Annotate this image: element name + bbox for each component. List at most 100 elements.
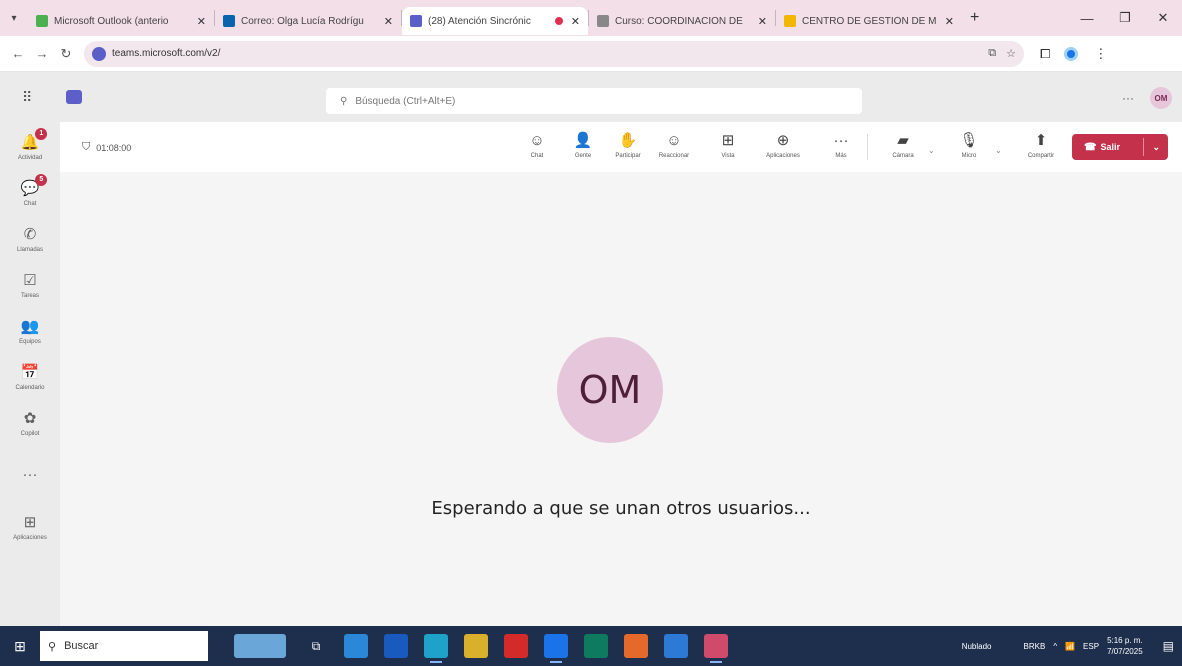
maximize-icon[interactable]: ❐: [1106, 10, 1144, 26]
tab-favicon-icon: [410, 15, 422, 27]
rail-item-tareas[interactable]: ☑ Tareas: [0, 272, 60, 299]
toolbar-button-label: Cámara: [892, 153, 914, 159]
raise-hand-icon: ✋: [618, 132, 638, 149]
toolbar-share-button[interactable]: ⬆ Compartir: [1018, 131, 1064, 159]
profile-avatar[interactable]: [1064, 46, 1079, 61]
file-explorer-icon[interactable]: [344, 634, 368, 658]
system-tray: Nublado BRKB ^ 📶 ESP 5:16 p. m. 7/07/202…: [962, 626, 1182, 666]
rail-item-chat[interactable]: 💬 5 Chat: [0, 174, 60, 207]
toolbar-apps-button[interactable]: ⊕ Aplicaciones: [760, 131, 806, 159]
reload-icon[interactable]: ↻: [54, 46, 78, 62]
toolbar-raise-hand-button[interactable]: ✋ Participar: [605, 131, 651, 159]
site-info-icon[interactable]: [92, 46, 106, 61]
forward-icon[interactable]: →: [30, 46, 54, 61]
leave-button[interactable]: ☎ Salir ⌄: [1072, 134, 1168, 160]
rail-item-actividad[interactable]: 🔔 1 Actividad: [0, 128, 60, 161]
browser-tab[interactable]: Correo: Olga Lucía Rodrígu ✕: [215, 7, 401, 35]
windows-start-icon[interactable]: ⊞: [0, 638, 40, 655]
bell-icon: 🔔 1: [21, 128, 48, 152]
windows-taskbar: ⊞ ⚲ Buscar ⧉ Nublado BRKB ^ 📶 ESP 5:16 p…: [0, 626, 1182, 666]
acrobat-icon[interactable]: [504, 634, 528, 658]
chat-icon: ☺: [529, 132, 545, 149]
stock-ticker[interactable]: BRKB: [1024, 642, 1046, 651]
notifications-icon[interactable]: ▤: [1163, 639, 1174, 653]
tab-search-icon[interactable]: ▾: [0, 0, 28, 36]
tab-title: Curso: COORDINACION DE: [615, 15, 743, 27]
rail-item-label: Aplicaciones: [13, 535, 47, 541]
back-icon[interactable]: ←: [6, 46, 30, 61]
mail-icon[interactable]: [664, 634, 688, 658]
rail-item-label: Calendario: [15, 385, 45, 391]
browser-menu-icon[interactable]: ⋮: [1094, 46, 1107, 62]
browser-tab[interactable]: Curso: COORDINACION DE ✕: [589, 7, 775, 35]
rail-item-copilot[interactable]: ✿ Copilot: [0, 410, 60, 437]
close-tab-icon[interactable]: ✕: [384, 15, 393, 28]
toolbar-view-button[interactable]: ⊞ Vista: [705, 131, 751, 159]
minimize-icon[interactable]: —: [1068, 11, 1106, 26]
tab-favicon-icon: [223, 15, 235, 27]
copilot-banner-icon[interactable]: [234, 634, 286, 658]
word-icon[interactable]: [384, 634, 408, 658]
tab-title: CENTRO DE GESTIÓN DE M: [802, 15, 937, 27]
file-manager-icon[interactable]: [464, 634, 488, 658]
close-tab-icon[interactable]: ✕: [197, 15, 206, 28]
teams-search-placeholder: Búsqueda (Ctrl+Alt+E): [355, 95, 456, 107]
browser-tab[interactable]: (28) Atención Sincrónic ✕: [402, 7, 588, 35]
tab-title: (28) Atención Sincrónic: [428, 15, 531, 27]
more-options-icon[interactable]: ···: [1122, 91, 1134, 105]
extensions-icon[interactable]: ⧠: [1040, 46, 1050, 62]
unread-badge: 1: [35, 128, 48, 140]
browser-tab[interactable]: Microsoft Outlook (anterio ✕: [28, 7, 214, 35]
toolbar-more-button[interactable]: ··· Más: [818, 131, 864, 159]
edge-icon[interactable]: [424, 634, 448, 663]
toolbar-chat-button[interactable]: ☺ Chat: [514, 131, 560, 159]
close-tab-icon[interactable]: ✕: [571, 15, 580, 28]
firefox-icon[interactable]: [624, 634, 648, 658]
task-view-icon[interactable]: ⧉: [304, 634, 328, 658]
url-input[interactable]: teams.microsoft.com/v2/ ⧉ ☆: [84, 40, 1024, 67]
user-avatar[interactable]: OM: [1150, 87, 1172, 109]
toolbar-people-button[interactable]: 👤 Gente: [560, 131, 606, 159]
toolbar-mic-off-button[interactable]: 🎙 Micro: [946, 131, 992, 159]
network-icon[interactable]: 📶: [1065, 642, 1075, 651]
app-launcher-icon[interactable]: ⠿: [22, 89, 32, 106]
leave-label: Salir: [1100, 142, 1120, 152]
toolbar-button-label: Compartir: [1027, 153, 1055, 159]
cast-icon[interactable]: ⧉: [988, 47, 996, 60]
leave-options-chevron-icon[interactable]: ⌄: [1152, 142, 1160, 153]
camera-off-icon: ▰: [897, 132, 909, 149]
bookmark-star-icon[interactable]: ☆: [1006, 47, 1016, 60]
browser-tab[interactable]: CENTRO DE GESTIÓN DE M ✕: [776, 7, 962, 35]
rail-item-label: Llamadas: [16, 247, 43, 253]
teams-logo: [66, 90, 82, 104]
weather-text[interactable]: Nublado: [962, 642, 992, 651]
teams-taskbar-icon[interactable]: [704, 634, 728, 663]
teams-icon: 👥: [20, 318, 40, 335]
rail-item-calendario[interactable]: 📅 Calendario: [0, 364, 60, 391]
camera-options-chevron-icon[interactable]: ⌄: [928, 146, 935, 155]
rail-item-label: Actividad: [17, 155, 43, 161]
mic-options-chevron-icon[interactable]: ⌄: [995, 146, 1002, 155]
close-tab-icon[interactable]: ✕: [758, 15, 767, 28]
rail-item-equipos[interactable]: 👥 Equipos: [0, 318, 60, 345]
rail-item-aplicaciones[interactable]: ⊞ Aplicaciones: [0, 514, 60, 541]
chrome-icon[interactable]: [544, 634, 568, 663]
teams-search-input[interactable]: ⚲ Búsqueda (Ctrl+Alt+E): [326, 88, 862, 114]
toolbar-camera-off-button[interactable]: ▰ Cámara: [880, 131, 926, 159]
unread-badge: 5: [35, 174, 48, 186]
tray-chevron-icon[interactable]: ^: [1053, 642, 1057, 651]
whatsapp-icon[interactable]: [584, 634, 608, 658]
teams-left-rail: 🔔 1 Actividad 💬 5 Chat ✆ Llamadas ☑ Tareas 👥 Equipo…: [0, 122, 60, 626]
language-indicator[interactable]: ESP: [1083, 642, 1099, 651]
toolbar-react-button[interactable]: ☺ Reaccionar: [651, 131, 697, 159]
rail-item-llamadas[interactable]: ✆ Llamadas: [0, 226, 60, 253]
new-tab-button[interactable]: +: [970, 9, 979, 27]
close-tab-icon[interactable]: ✕: [945, 15, 954, 28]
close-window-icon[interactable]: ✕: [1144, 10, 1182, 26]
toolbar-button-label: Más: [835, 153, 847, 159]
taskbar-search-input[interactable]: ⚲ Buscar: [40, 631, 208, 661]
clock[interactable]: 5:16 p. m. 7/07/2025: [1107, 635, 1151, 657]
toolbar-button-label: Gente: [574, 153, 592, 159]
view-icon: ⊞: [721, 132, 735, 149]
rail-item-more[interactable]: ···: [0, 466, 60, 484]
